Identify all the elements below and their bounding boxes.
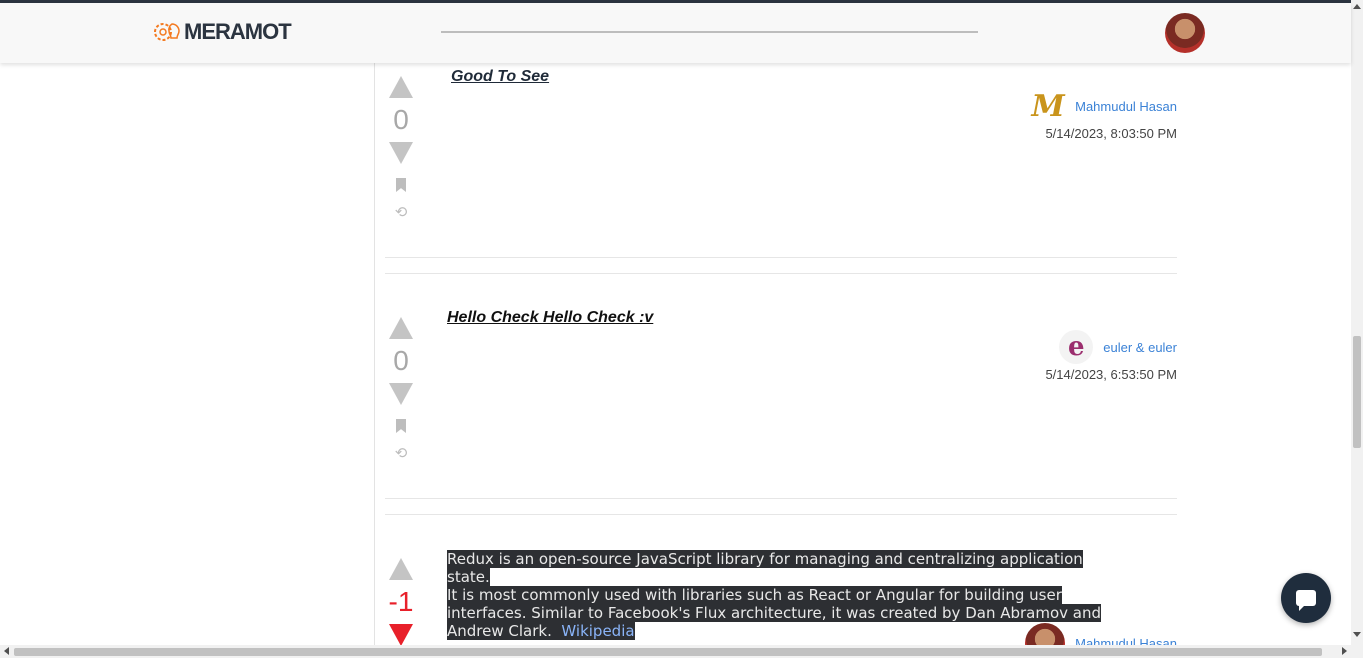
- downvote-button[interactable]: [389, 383, 413, 405]
- scroll-right-icon[interactable]: [1342, 647, 1347, 655]
- downvote-button[interactable]: [389, 624, 413, 645]
- bookmark-icon[interactable]: [396, 419, 406, 433]
- post-divider: [385, 273, 1177, 274]
- vertical-scrollbar[interactable]: [1351, 0, 1363, 645]
- history-icon[interactable]: ⟲: [393, 204, 409, 220]
- downvote-button[interactable]: [389, 142, 413, 164]
- vote-score: 0: [393, 104, 409, 135]
- wikipedia-link[interactable]: Wikipedia: [561, 622, 635, 640]
- vote-controls: 0 ⟲: [385, 76, 417, 220]
- navbar: MERAMOT: [0, 3, 1351, 63]
- post-author[interactable]: M Mahmudul Hasan: [1031, 88, 1178, 124]
- post-title[interactable]: Hello Check Hello Check :v: [447, 309, 653, 327]
- vertical-scroll-thumb[interactable]: [1353, 336, 1361, 448]
- post-author[interactable]: e euler & euler: [1059, 330, 1177, 364]
- horizontal-scrollbar[interactable]: [0, 645, 1363, 658]
- user-avatar[interactable]: [1165, 13, 1205, 53]
- chat-button[interactable]: [1281, 573, 1331, 623]
- gear-bulb-icon: [154, 23, 180, 41]
- post-divider: [385, 514, 1177, 515]
- bookmark-icon[interactable]: [396, 178, 406, 192]
- post-body-line: Andrew Clark.: [447, 622, 552, 640]
- vote-controls: 0 ⟲: [385, 317, 417, 461]
- scroll-up-icon[interactable]: [1353, 4, 1361, 9]
- main-content: 0 ⟲ Good To See M Mahmudul Hasan 5/14/20…: [0, 63, 1351, 645]
- scroll-left-icon[interactable]: [4, 647, 9, 655]
- author-avatar: M: [1031, 88, 1065, 124]
- vote-score: 0: [393, 345, 409, 376]
- post-body-line: Redux is an open-source JavaScript libra…: [447, 550, 1083, 586]
- upvote-button[interactable]: [389, 558, 413, 580]
- post-date: 5/14/2023, 6:53:50 PM: [1045, 367, 1177, 382]
- post-divider: [385, 498, 1177, 499]
- logo[interactable]: MERAMOT: [152, 16, 292, 48]
- author-name[interactable]: Mahmudul Hasan: [1075, 99, 1177, 114]
- post-divider: [385, 257, 1177, 258]
- author-avatar: e: [1059, 330, 1094, 364]
- post-body-line: interfaces. Similar to Facebook's Flux a…: [447, 604, 1102, 622]
- vote-score: -1: [388, 586, 414, 617]
- chat-icon: [1296, 590, 1316, 611]
- post-author[interactable]: Mahmudul Hasan: [1025, 623, 1177, 645]
- post-date: 5/14/2023, 8:03:50 PM: [1045, 126, 1177, 141]
- upvote-button[interactable]: [389, 317, 413, 339]
- upvote-button[interactable]: [389, 76, 413, 98]
- search-input[interactable]: [441, 31, 978, 33]
- logo-text: MERAMOT: [184, 19, 292, 44]
- post-title[interactable]: Good To See: [451, 68, 549, 86]
- author-name[interactable]: Mahmudul Hasan: [1075, 636, 1177, 646]
- vote-controls: -1: [385, 558, 417, 645]
- author-avatar: [1025, 623, 1066, 645]
- sidebar-divider: [374, 63, 375, 645]
- horizontal-scroll-thumb[interactable]: [14, 648, 1322, 656]
- author-name[interactable]: euler & euler: [1103, 340, 1177, 355]
- history-icon[interactable]: ⟲: [393, 445, 409, 461]
- scroll-down-icon[interactable]: [1353, 632, 1361, 637]
- post-body-line: It is most commonly used with libraries …: [447, 586, 1062, 604]
